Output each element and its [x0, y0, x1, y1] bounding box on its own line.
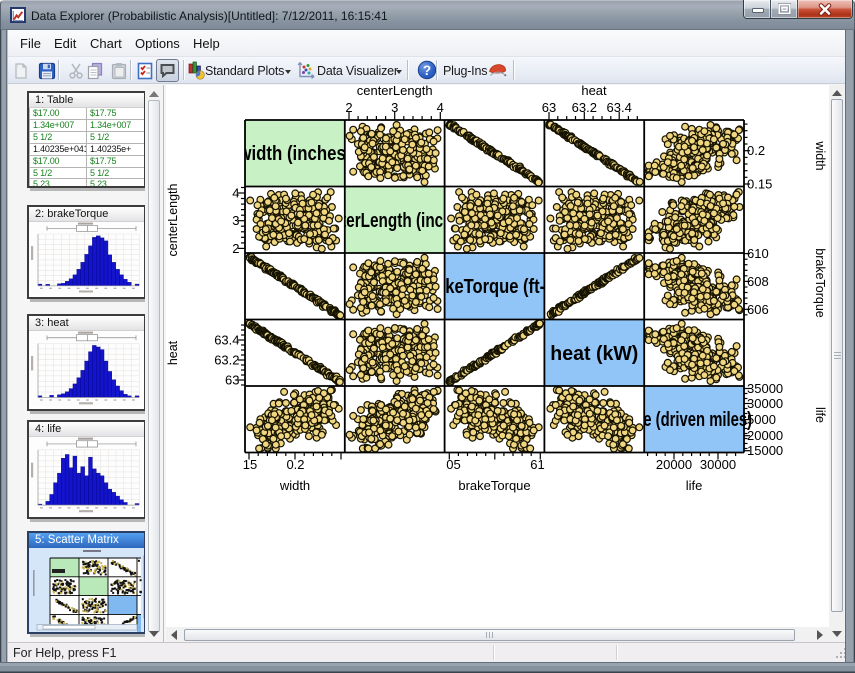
svg-text:3: 3	[391, 100, 398, 115]
svg-text:life: life	[813, 407, 827, 423]
svg-text:35000: 35000	[747, 381, 783, 396]
svg-text:centerLength: centerLength	[166, 183, 180, 256]
svg-text:0.2: 0.2	[747, 143, 765, 158]
svg-text:centerLength: centerLength	[357, 85, 433, 98]
svg-text:63: 63	[542, 100, 556, 115]
svg-text:30000: 30000	[747, 396, 783, 411]
svg-text:3: 3	[232, 213, 239, 228]
svg-text:610: 610	[747, 246, 769, 261]
svg-text:life: life	[686, 478, 703, 493]
svg-text:0.2: 0.2	[286, 457, 304, 472]
svg-text:61: 61	[530, 457, 544, 472]
svg-text:20000: 20000	[656, 457, 692, 472]
svg-text:heat: heat	[581, 85, 607, 98]
svg-text:brakeTorque: brakeTorque	[458, 478, 530, 493]
svg-text:606: 606	[747, 302, 769, 317]
svg-text:heat: heat	[166, 340, 180, 365]
svg-text:20000: 20000	[747, 428, 783, 443]
svg-text:05: 05	[446, 457, 460, 472]
svg-text:?: ?	[423, 63, 431, 78]
svg-text:63.2: 63.2	[214, 353, 239, 368]
svg-text:0.15: 0.15	[747, 177, 772, 192]
svg-text:width: width	[279, 478, 310, 493]
svg-text:608: 608	[747, 274, 769, 289]
svg-text:63: 63	[225, 373, 239, 388]
svg-text:15: 15	[243, 457, 257, 472]
svg-text:2: 2	[232, 241, 239, 256]
svg-text:63.4: 63.4	[607, 100, 632, 115]
svg-text:2: 2	[345, 100, 352, 115]
svg-text:width: width	[813, 140, 827, 170]
svg-text:63.2: 63.2	[572, 100, 597, 115]
svg-text:63.4: 63.4	[214, 333, 239, 348]
svg-text:4: 4	[437, 100, 444, 115]
svg-text:brakeTorque: brakeTorque	[813, 248, 827, 318]
svg-text:4: 4	[232, 186, 239, 201]
svg-text:15000: 15000	[747, 443, 783, 458]
svg-text:30000: 30000	[700, 457, 736, 472]
